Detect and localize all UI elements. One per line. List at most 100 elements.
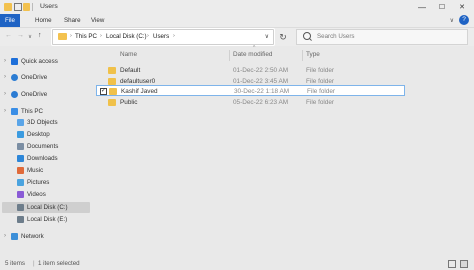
file-date-modified: 01-Dec-22 3:45 AM — [233, 77, 289, 85]
sidebar-item-label: Local Disk (C:) — [27, 203, 68, 211]
sidebar-item-label: OneDrive — [21, 73, 48, 81]
file-row-kashif-javed[interactable]: ✓ Kashif Javed 30-Dec-22 1:18 AM File fo… — [96, 85, 405, 96]
chevron-right-icon[interactable]: › — [147, 33, 149, 39]
sidebar-item-label: 3D Objects — [27, 118, 58, 126]
file-row-public[interactable]: Public 05-Dec-22 6:23 AM File folder — [96, 97, 474, 108]
large-icons-view-icon[interactable] — [460, 260, 468, 268]
folder-icon — [109, 88, 117, 95]
videos-icon — [17, 191, 24, 198]
sidebar-item-onedrive-2[interactable]: › OneDrive — [0, 89, 92, 100]
sidebar-item-desktop[interactable]: Desktop — [0, 129, 92, 140]
refresh-button[interactable]: ↻ — [276, 30, 290, 44]
chevron-down-icon[interactable]: › — [4, 108, 6, 114]
status-bar: 5 items | 1 item selected — [0, 258, 474, 270]
back-button[interactable]: ← — [5, 32, 12, 39]
search-input[interactable]: Search Users — [296, 29, 468, 45]
file-row-default[interactable]: Default 01-Dec-22 2:50 AM File folder — [96, 65, 474, 76]
properties-icon[interactable] — [14, 3, 22, 11]
up-button[interactable]: ↑ — [38, 32, 42, 39]
breadcrumb-local-disk[interactable]: Local Disk (C:) — [106, 33, 147, 40]
sidebar-item-music[interactable]: Music — [0, 165, 92, 176]
sidebar-item-label: This PC — [21, 107, 44, 115]
sidebar-item-onedrive[interactable]: › OneDrive — [0, 72, 92, 83]
drive-icon — [17, 216, 24, 223]
tab-file[interactable]: File — [0, 14, 20, 27]
breadcrumb-this-pc[interactable]: This PC — [75, 33, 97, 40]
sidebar-item-pictures[interactable]: Pictures — [0, 177, 92, 188]
file-name: defaultuser0 — [120, 77, 156, 85]
search-placeholder: Search Users — [317, 33, 355, 40]
sidebar-item-local-disk-c[interactable]: Local Disk (C:) — [2, 202, 90, 213]
documents-icon — [17, 143, 24, 150]
downloads-icon — [17, 155, 24, 162]
sidebar-item-quick-access[interactable]: › Quick access — [0, 56, 92, 67]
chevron-right-icon[interactable]: › — [4, 233, 6, 239]
column-divider[interactable] — [302, 50, 303, 61]
chevron-right-icon[interactable]: › — [4, 91, 6, 97]
tab-share[interactable]: Share — [59, 14, 86, 27]
folder-icon — [108, 67, 116, 74]
column-header-date-modified[interactable]: Date modified — [233, 51, 272, 58]
file-type: File folder — [306, 98, 335, 106]
sidebar-item-documents[interactable]: Documents — [0, 141, 92, 152]
expand-ribbon-button[interactable]: ∨ — [450, 17, 454, 24]
tab-view[interactable]: View — [86, 14, 109, 27]
star-icon — [11, 58, 18, 65]
file-type: File folder — [306, 66, 335, 74]
cloud-icon — [11, 74, 18, 81]
file-name: Kashif Javed — [121, 87, 158, 95]
sidebar-item-local-disk-e[interactable]: Local Disk (E:) — [0, 214, 92, 225]
address-bar[interactable]: › This PC › Local Disk (C:) › Users › ∨ — [52, 29, 274, 45]
cloud-icon — [11, 91, 18, 98]
file-date-modified: 30-Dec-22 1:18 AM — [234, 87, 290, 95]
row-checkbox[interactable]: ✓ — [100, 87, 107, 95]
file-name: Default — [120, 66, 141, 74]
selection-count: 1 item selected — [38, 260, 80, 267]
tab-home[interactable]: Home — [30, 14, 57, 27]
sidebar-item-label: Videos — [27, 190, 46, 198]
minimize-button[interactable]: — — [412, 0, 432, 14]
sidebar-item-label: Documents — [27, 142, 59, 150]
chevron-right-icon[interactable]: › — [70, 33, 72, 39]
column-headers: Name ^ Date modified Type — [96, 45, 474, 62]
breadcrumb-users[interactable]: Users — [153, 33, 169, 40]
title-divider — [32, 3, 33, 11]
chevron-right-icon[interactable]: › — [4, 58, 6, 64]
sidebar-item-label: Pictures — [27, 178, 50, 186]
file-date-modified: 01-Dec-22 2:50 AM — [233, 66, 289, 74]
details-view-icon[interactable] — [448, 260, 456, 268]
sidebar-item-label: OneDrive — [21, 90, 48, 98]
sidebar-item-downloads[interactable]: Downloads — [0, 153, 92, 164]
file-type: File folder — [307, 87, 336, 95]
item-count: 5 items — [5, 260, 25, 267]
sidebar-item-3d-objects[interactable]: 3D Objects — [0, 117, 92, 128]
chevron-right-icon[interactable]: › — [173, 33, 175, 39]
folder-icon — [108, 99, 116, 106]
forward-button[interactable]: → — [17, 32, 24, 39]
maximize-button[interactable]: ☐ — [432, 0, 452, 14]
chevron-right-icon[interactable]: › — [100, 33, 102, 39]
sidebar-item-label: Desktop — [27, 130, 50, 138]
column-header-type[interactable]: Type — [306, 51, 320, 58]
file-date-modified: 05-Dec-22 6:23 AM — [233, 98, 289, 106]
address-dropdown-button[interactable]: ∨ — [265, 33, 269, 40]
sidebar-item-this-pc[interactable]: › This PC — [0, 106, 92, 117]
close-button[interactable]: ✕ — [452, 0, 472, 14]
sidebar-item-label: Local Disk (E:) — [27, 215, 68, 223]
folder-icon — [4, 3, 12, 11]
ribbon: File Home Share View ∨ ? — [0, 14, 474, 28]
title-bar: Users — ☐ ✕ — [0, 0, 474, 14]
sidebar-item-label: Network — [21, 232, 44, 240]
drive-icon — [17, 204, 24, 211]
new-folder-icon[interactable] — [23, 3, 30, 11]
column-header-name[interactable]: Name — [120, 51, 137, 58]
chevron-right-icon[interactable]: › — [4, 74, 6, 80]
cube-icon — [17, 119, 24, 126]
music-icon — [17, 167, 24, 174]
recent-locations-button[interactable]: ∨ — [28, 34, 32, 40]
sidebar-item-videos[interactable]: Videos — [0, 189, 92, 200]
sidebar-item-network[interactable]: › Network — [0, 231, 92, 242]
window-title: Users — [40, 3, 58, 10]
help-button[interactable]: ? — [459, 15, 469, 25]
column-divider[interactable] — [229, 50, 230, 61]
